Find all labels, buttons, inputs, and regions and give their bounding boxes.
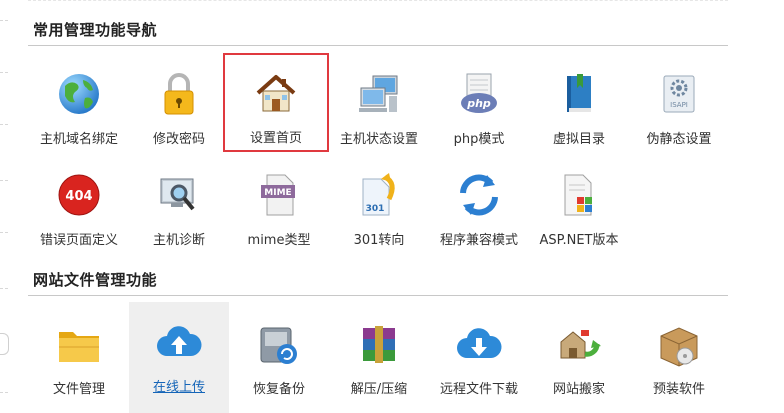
house-icon [256,75,296,112]
top-divider [28,0,728,1]
tile-label: 网站搬家 [552,382,605,397]
tile-domain-binding[interactable]: 主机域名绑定 [29,54,129,150]
monitor-magnifier-icon [160,178,195,211]
tile-label: 伪静态设置 [646,132,712,147]
computers-icon [359,75,398,112]
sidebar-toggle-handle[interactable] [0,333,9,355]
tile-label: 程序兼容模式 [439,233,518,248]
tile-php-mode[interactable]: php php模式 [429,54,529,150]
tile-label: 解压/压缩 [350,382,408,397]
svg-text:MIME: MIME [264,188,291,198]
backup-drive-icon [260,327,297,364]
tile-label: ASP.NET版本 [539,233,619,248]
svg-text:ISAPI: ISAPI [670,101,688,109]
tile-preinstalled-software[interactable]: 预装软件 [629,304,729,400]
mime-file-icon: MIME [261,174,295,216]
tile-extract-compress[interactable]: 解压/压缩 [329,304,429,400]
tile-label: 主机状态设置 [339,132,418,147]
tile-file-manager[interactable]: 文件管理 [29,304,129,400]
book-icon [567,74,591,112]
tile-label: 主机域名绑定 [39,132,118,147]
tile-change-password[interactable]: 修改密码 [129,54,229,150]
svg-text:301: 301 [366,204,385,214]
website-move-icon [560,330,601,359]
cloud-upload-icon [157,326,202,356]
tile-label: 远程文件下载 [439,382,518,397]
tile-set-homepage[interactable]: 设置首页 [223,53,329,152]
tile-host-diagnosis[interactable]: 主机诊断 [129,155,229,251]
tile-label: 虚拟目录 [552,132,605,147]
tile-website-move[interactable]: 网站搬家 [529,304,629,400]
section-divider [28,295,728,296]
tile-label: 在线上传 [152,380,205,395]
tile-301-redirect[interactable]: 301 301转向 [329,155,429,251]
archive-books-icon [363,326,395,363]
tile-label: 恢复备份 [252,382,305,397]
tile-label: mime类型 [247,233,311,248]
software-box-icon [660,327,698,367]
tile-mime-types[interactable]: MIME mime类型 [229,155,329,251]
section-title-file-management: 网站文件管理功能 [33,271,158,289]
tile-rewrite-settings[interactable]: ISAPI 伪静态设置 [629,54,729,150]
document-grid-icon [564,174,592,216]
svg-text:404: 404 [65,189,92,204]
tile-virtual-directory[interactable]: 虚拟目录 [529,54,629,150]
folder-icon [59,332,99,362]
globe-icon [59,74,99,114]
tile-error-pages[interactable]: 404 错误页面定义 [29,155,129,251]
isapi-icon: ISAPI [663,75,695,113]
tile-label: 设置首页 [249,131,302,146]
tile-host-status[interactable]: 主机状态设置 [329,54,429,150]
tile-restore-backup[interactable]: 恢复备份 [229,304,329,400]
padlock-icon [164,73,194,115]
tile-aspnet-version[interactable]: ASP.NET版本 [529,155,629,251]
tile-label: 预装软件 [652,382,705,397]
tile-label: 错误页面定义 [39,233,118,248]
php-icon: php [461,73,497,113]
svg-text:php: php [466,97,491,110]
tile-label: 修改密码 [152,132,205,147]
tile-compat-mode[interactable]: 程序兼容模式 [429,155,529,251]
tile-label: 主机诊断 [152,233,205,248]
tile-remote-download[interactable]: 远程文件下载 [429,304,529,400]
cloud-download-icon [457,328,502,358]
redirect-301-icon: 301 [362,173,395,216]
refresh-arrows-icon [460,174,498,216]
tile-label: 文件管理 [52,382,105,397]
section-title-common-management: 常用管理功能导航 [33,21,158,39]
error-404-icon: 404 [58,174,100,216]
tile-label: 301转向 [353,233,405,248]
tile-online-upload[interactable]: 在线上传 [129,302,229,413]
tile-label: php模式 [453,132,505,147]
section-divider [28,45,728,46]
